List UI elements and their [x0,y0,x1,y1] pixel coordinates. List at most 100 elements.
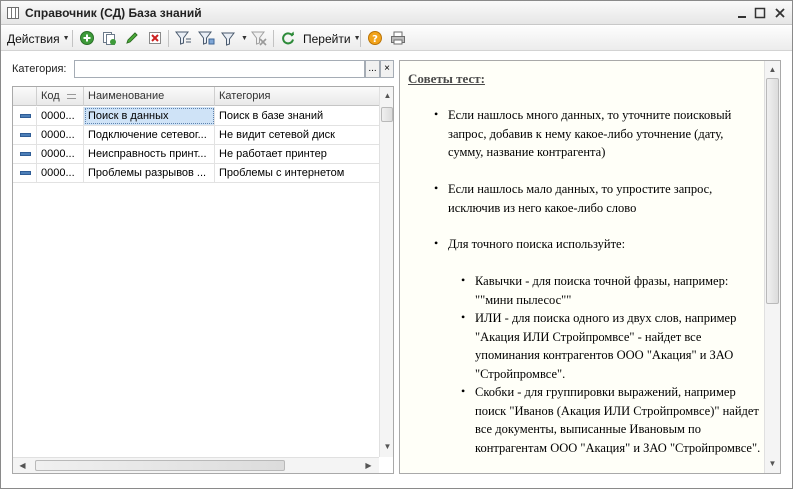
table-row[interactable]: 0000... Проблемы разрывов ... Проблемы с… [13,164,379,183]
toolbar-separator [360,30,361,47]
goto-menu-button[interactable]: Перейти ▼ [303,29,361,48]
category-clear-button[interactable]: × [380,60,394,78]
category-cell: Не видит сетевой диск [219,129,335,141]
add-button[interactable] [78,29,96,47]
table-icon [7,7,19,19]
add-circle-icon [80,31,94,45]
code-cell: 0000... [37,126,84,144]
row-icon-cell [13,164,37,182]
toolbar-separator [273,30,274,47]
row-icon-cell [13,107,37,125]
category-cell: Поиск в базе знаний [219,110,324,122]
toolbar-separator [168,30,169,47]
scroll-down-icon[interactable]: ▼ [765,456,780,471]
table-row[interactable]: 0000... Подключение сетевог... Не видит … [13,126,379,145]
scroll-down-icon[interactable]: ▼ [380,439,393,454]
table-header: Код Наименование Категория [13,87,379,106]
bullet-icon: • [461,273,466,287]
filter-by-value-button[interactable] [197,29,215,47]
tip-item: Если нашлось мало данных, то упростите з… [448,182,713,215]
knowledge-base-window: Справочник (СД) База знаний Действия ▼ ▼… [0,0,793,489]
tip-subitem: Кавычки - для поиска точной фразы, напри… [475,274,729,307]
name-cell: Неисправность принт... [84,145,215,163]
name-cell: Подключение сетевог... [84,126,215,144]
chevron-down-icon: ▼ [241,35,248,42]
filter-off-icon [251,31,267,46]
help-button[interactable]: ? [366,29,384,47]
delete-button[interactable] [146,29,164,47]
tip-subitem: Скобки - для группировки выражений, напр… [475,385,761,455]
tips-panel: Советы тест: • Если нашлось много данных… [399,60,781,474]
scroll-right-icon[interactable]: ▶ [361,458,376,473]
row-icon-cell [13,145,37,163]
category-choose-button[interactable]: ... [365,60,380,78]
maximize-button[interactable] [752,5,768,21]
name-cell: Проблемы разрывов ... [84,164,215,182]
table-row[interactable]: 0000... Неисправность принт... Не работа… [13,145,379,164]
category-cell: Проблемы с интернетом [219,167,345,179]
goto-menu-label: Перейти [303,31,351,46]
filter-set-icon [175,31,191,45]
table-row[interactable]: 0000... Поиск в данных Поиск в базе знан… [13,107,379,126]
tips-title: Советы тест: [408,71,485,86]
column-header-category[interactable]: Категория [215,87,379,106]
table-vertical-scrollbar[interactable]: ▲ ▼ [379,87,393,457]
column-header-code-label: Код [41,90,60,102]
tip-item: Если нашлось много данных, то уточните п… [448,108,732,159]
edit-button[interactable] [123,29,141,47]
column-header-name[interactable]: Наименование [84,87,215,106]
copy-icon [103,32,116,45]
code-cell: 0000... [37,164,84,182]
filter-value-icon [198,31,215,45]
maximize-icon [754,7,766,19]
scroll-thumb[interactable] [766,78,779,304]
category-cell: Не работает принтер [219,148,327,160]
category-input[interactable] [74,60,365,78]
copy-button[interactable] [100,29,118,47]
tip-subitem: ИЛИ - для поиска одного из двух слов, на… [475,311,737,381]
scroll-thumb[interactable] [35,460,285,471]
refresh-button[interactable] [279,29,297,47]
filter-history-button[interactable]: ▼ [220,29,248,48]
print-button[interactable] [389,29,407,47]
scroll-left-icon[interactable]: ◀ [15,458,30,473]
delete-icon [149,32,161,44]
column-header-code[interactable]: Код [37,87,84,106]
window-title: Справочник (СД) База знаний [25,6,202,20]
code-cell: 0000... [37,107,84,125]
tip-item: Для точного поиска используйте: [448,237,626,251]
print-icon [391,31,405,45]
scroll-thumb[interactable] [381,107,393,122]
catalog-item-icon [20,114,31,118]
code-cell: 0000... [37,145,84,163]
disable-filter-button[interactable] [250,29,268,47]
title-bar[interactable]: Справочник (СД) База знаний [1,1,792,25]
refresh-icon [282,31,294,45]
catalog-item-icon [20,152,31,156]
toolbar: Действия ▼ ▼ Перейти ▼ ? [1,26,792,51]
scroll-up-icon[interactable]: ▲ [765,62,780,77]
scroll-up-icon[interactable]: ▲ [380,88,393,103]
bullet-icon: • [434,181,439,195]
actions-menu-label: Действия [7,31,60,46]
help-icon: ? [368,31,382,45]
category-label: Категория: [12,63,67,75]
chevron-down-icon: ▼ [62,35,70,42]
minimize-button[interactable] [734,5,750,21]
bullet-icon: • [434,236,439,250]
set-filter-button[interactable] [174,29,192,47]
table-horizontal-scrollbar[interactable]: ◀ ▶ [13,457,379,473]
actions-menu-button[interactable]: Действия ▼ [7,29,70,48]
tips-vertical-scrollbar[interactable]: ▲ ▼ [764,61,780,473]
bullet-icon: • [461,384,466,398]
column-header-icon [13,87,37,106]
pencil-icon [126,32,138,44]
minimize-icon [738,16,746,18]
bullet-icon: • [461,310,466,324]
knowledge-base-table: Код Наименование Категория 0000... Поиск… [12,86,394,474]
toolbar-separator [72,30,73,47]
filter-list-icon [221,32,235,46]
catalog-item-icon [20,171,31,175]
close-button[interactable] [772,5,788,21]
row-icon-cell [13,126,37,144]
